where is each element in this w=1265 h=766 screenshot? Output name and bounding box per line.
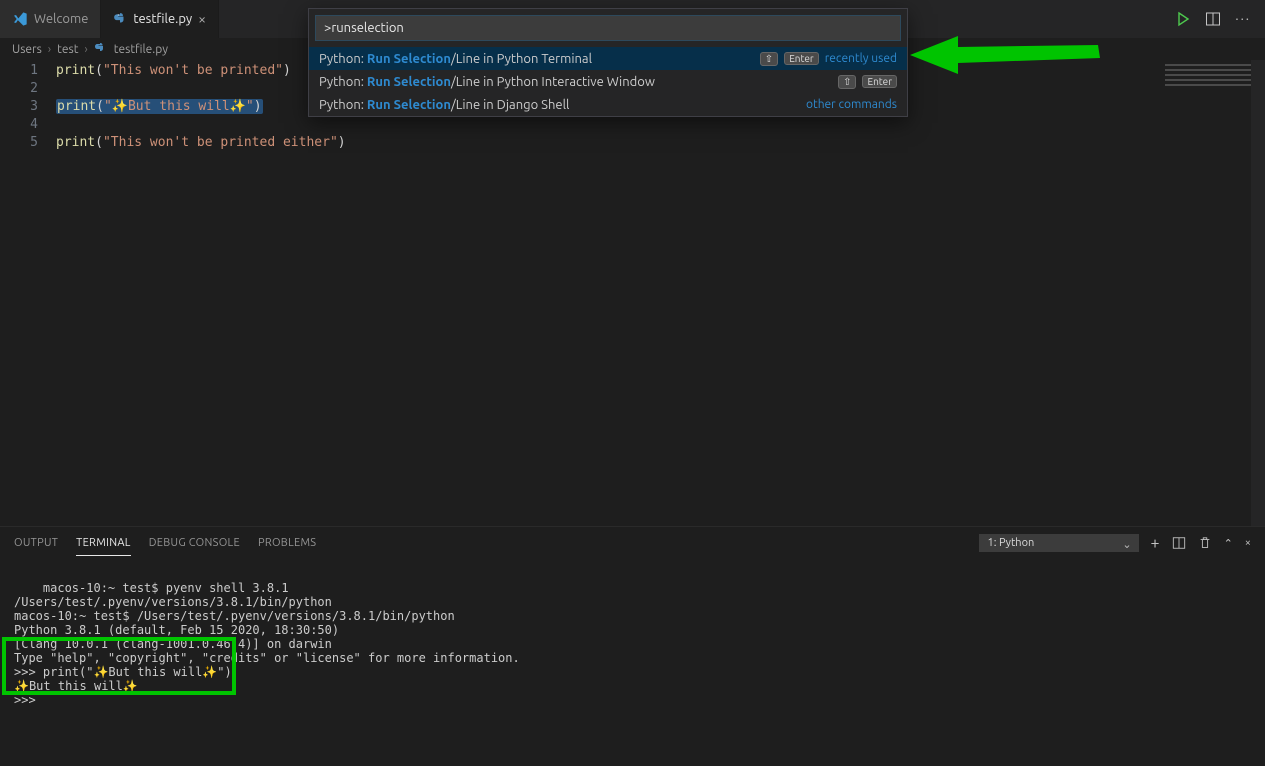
new-terminal-icon[interactable]: +	[1151, 534, 1160, 552]
line-gutter: 12345	[0, 62, 56, 526]
editor-area: 12345 print("This won't be printed")prin…	[0, 60, 1265, 526]
command-palette: Python: Run Selection/Line in Python Ter…	[308, 8, 908, 117]
panel-tab-terminal[interactable]: TERMINAL	[76, 531, 131, 556]
close-panel-icon[interactable]: ×	[1245, 537, 1251, 549]
vscode-icon	[12, 11, 28, 27]
panel-tab-output[interactable]: OUTPUT	[14, 531, 58, 555]
panel-tab-problems[interactable]: PROBLEMS	[258, 531, 316, 555]
more-icon[interactable]: ···	[1235, 12, 1251, 26]
command-list: Python: Run Selection/Line in Python Ter…	[309, 47, 907, 116]
minimap[interactable]	[1145, 60, 1265, 526]
trash-icon[interactable]	[1198, 536, 1212, 550]
split-editor-icon[interactable]	[1205, 11, 1221, 27]
tab-label: Welcome	[34, 12, 88, 26]
close-icon[interactable]: ×	[198, 11, 206, 27]
terminal-select-label: 1: Python	[988, 537, 1035, 549]
tab-file[interactable]: testfile.py ×	[101, 0, 219, 38]
chevron-right-icon: ›	[48, 43, 51, 56]
run-icon[interactable]	[1175, 11, 1191, 27]
panel-tabs: OUTPUT TERMINAL DEBUG CONSOLE PROBLEMS 1…	[0, 527, 1265, 559]
tab-label: testfile.py	[133, 12, 192, 26]
code-editor[interactable]: 12345 print("This won't be printed")prin…	[0, 60, 1145, 526]
python-icon	[113, 12, 127, 26]
crumb[interactable]: Users	[12, 43, 42, 56]
keybinding: ⇧	[760, 52, 778, 66]
crumb[interactable]: test	[57, 43, 78, 56]
split-terminal-icon[interactable]	[1172, 536, 1186, 550]
command-meta: other commands	[806, 98, 897, 111]
command-item[interactable]: Python: Run Selection/Line in Django She…	[309, 93, 907, 116]
terminal-text: macos-10:~ test$ pyenv shell 3.8.1 /User…	[14, 581, 520, 707]
crumb[interactable]: testfile.py	[114, 43, 168, 56]
annotation-arrow	[910, 30, 1100, 83]
panel-actions: 1: Python ⌄ + ⌃ ×	[979, 534, 1251, 552]
terminal-select[interactable]: 1: Python ⌄	[979, 534, 1139, 552]
keybinding: ⇧	[838, 75, 856, 89]
panel-tab-debug[interactable]: DEBUG CONSOLE	[149, 531, 240, 555]
command-item[interactable]: Python: Run Selection/Line in Python Int…	[309, 70, 907, 93]
code-content[interactable]: print("This won't be printed")print("✨Bu…	[56, 62, 1145, 526]
panel: OUTPUT TERMINAL DEBUG CONSOLE PROBLEMS 1…	[0, 526, 1265, 766]
python-icon	[94, 42, 108, 56]
tab-welcome[interactable]: Welcome	[0, 0, 101, 38]
chevron-up-icon[interactable]: ⌃	[1224, 537, 1233, 550]
chevron-right-icon: ›	[84, 43, 87, 56]
keybinding: Enter	[862, 75, 897, 88]
command-item[interactable]: Python: Run Selection/Line in Python Ter…	[309, 47, 907, 70]
command-meta: recently used	[825, 52, 897, 65]
scrollbar[interactable]	[1251, 60, 1265, 526]
chevron-down-icon: ⌄	[1122, 538, 1131, 551]
keybinding: Enter	[784, 52, 819, 65]
terminal-output[interactable]: macos-10:~ test$ pyenv shell 3.8.1 /User…	[0, 559, 1265, 766]
editor-actions: ···	[1175, 0, 1265, 38]
command-input[interactable]	[315, 15, 901, 41]
